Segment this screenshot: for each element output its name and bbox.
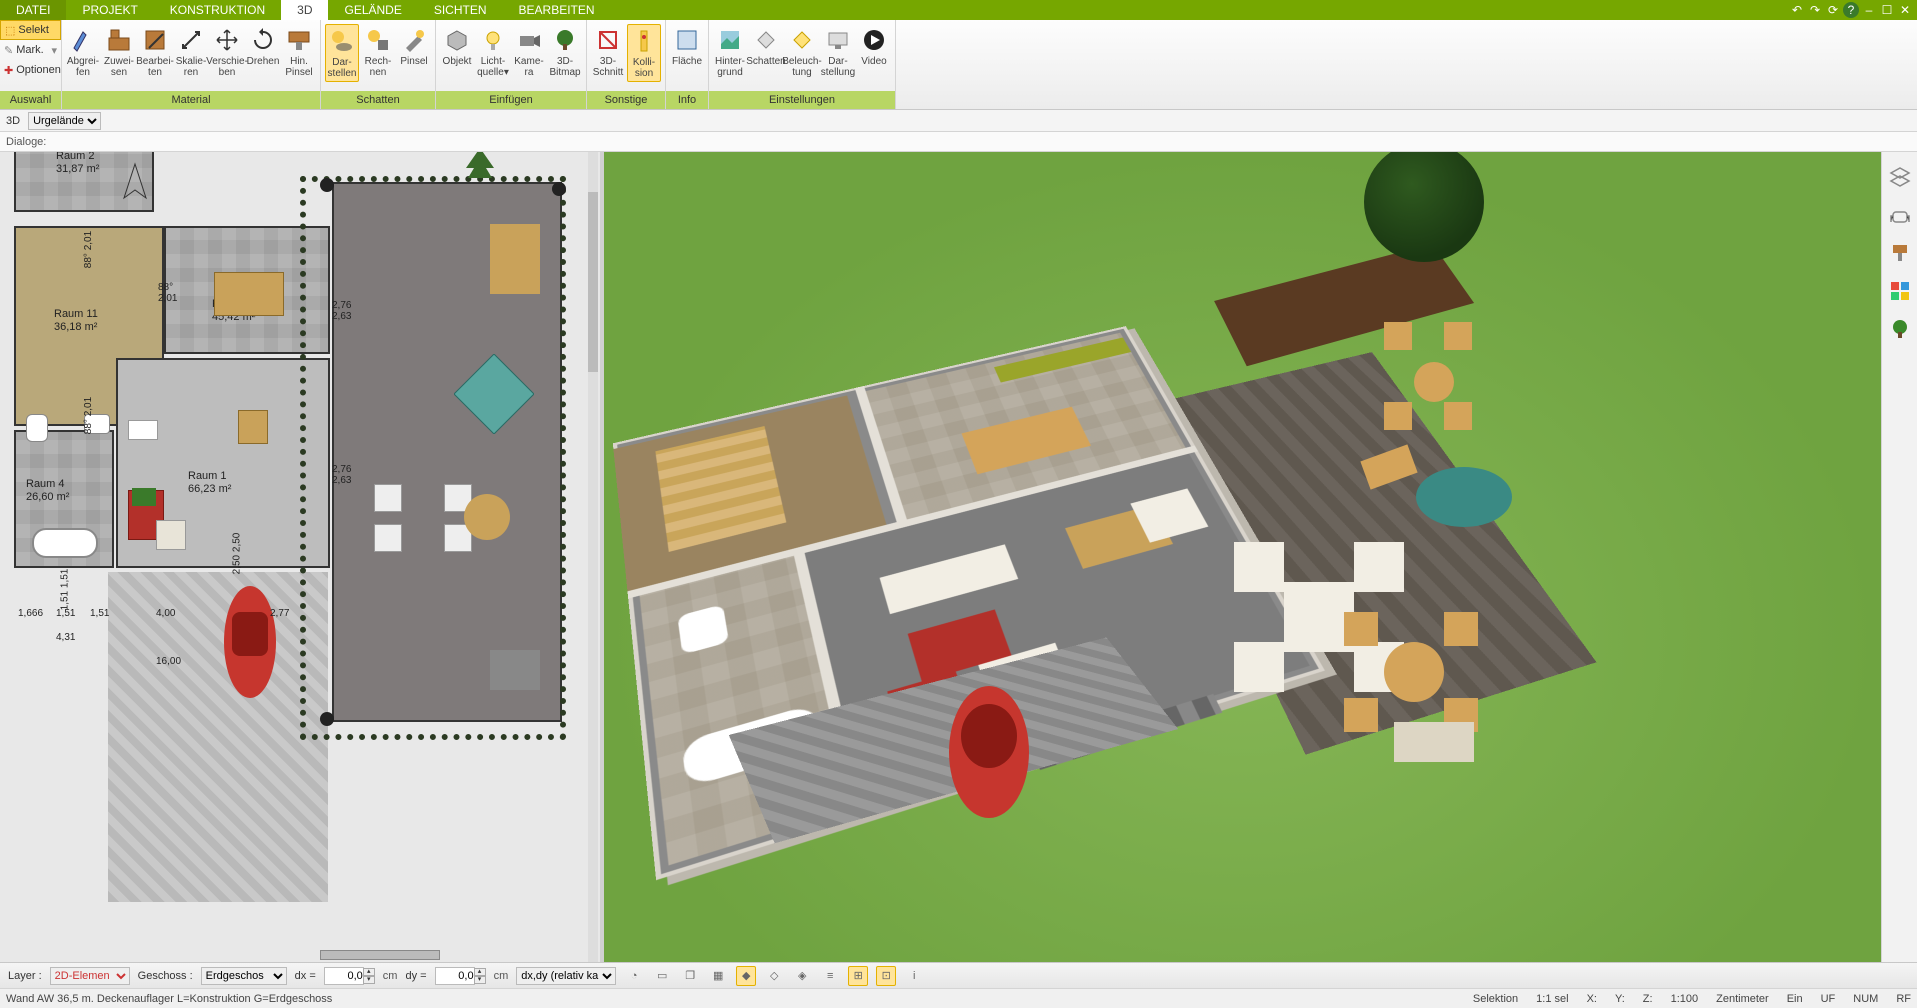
ribbon-group-material: Abgrei-fen Zuwei-sen Bearbei-ten Skalie-… <box>62 20 321 109</box>
status-text: Wand AW 36,5 m. Deckenauflager L=Konstru… <box>6 993 332 1005</box>
menu-tab-3d[interactable]: 3D <box>281 0 328 20</box>
snap-2-icon[interactable]: ◇ <box>764 966 784 986</box>
ribbon: ⬚Selekt ✎Mark.▾ ✚Optionen Auswahl Abgrei… <box>0 20 1917 110</box>
maximize-icon[interactable]: ☐ <box>1879 2 1895 18</box>
snap-6-icon[interactable]: ⊡ <box>876 966 896 986</box>
main-workspace: Raum 2 31,87 m² Raum 11 36,18 m² Raum 3 … <box>0 152 1917 962</box>
stack-icon[interactable]: ❐ <box>680 966 700 986</box>
insert-3dbitmap-button[interactable]: 3D-Bitmap <box>548 24 582 80</box>
ribbon-group-einstellungen: Hinter-grund Schatten Beleuch-tung Dar-s… <box>709 20 896 109</box>
dx-input[interactable] <box>324 967 364 985</box>
dy-input[interactable] <box>435 967 475 985</box>
menu-tab-datei[interactable]: DATEI <box>0 0 66 20</box>
geschoss-label: Geschoss : <box>138 970 193 982</box>
dialog-bar: Dialoge: <box>0 132 1917 152</box>
hintergrund-button[interactable]: Hinter-grund <box>713 24 747 80</box>
north-arrow-icon <box>120 162 150 202</box>
schatten-rechnen-button[interactable]: Rech-nen <box>361 24 395 80</box>
palette-icon[interactable] <box>1889 280 1911 302</box>
menu-tab-konstruktion[interactable]: KONSTRUKTION <box>154 0 281 20</box>
schatten-pinsel-button[interactable]: Pinsel <box>397 24 431 69</box>
viewport-2d[interactable]: Raum 2 31,87 m² Raum 11 36,18 m² Raum 3 … <box>0 152 600 962</box>
material-skalieren-button[interactable]: Skalie-ren <box>174 24 208 80</box>
dy-spinner[interactable]: ▴▾ <box>474 968 486 984</box>
side-panel <box>1881 152 1917 962</box>
tree-2d-icon <box>460 152 500 184</box>
snap-5-icon[interactable]: ⊞ <box>848 966 868 986</box>
material-abgreifen-button[interactable]: Abgrei-fen <box>66 24 100 80</box>
menu-tab-gelaende[interactable]: GELÄNDE <box>328 0 417 20</box>
snap-4-icon[interactable]: ≡ <box>820 966 840 986</box>
ribbon-group-einfuegen: Objekt Licht-quelle▾ Kame-ra 3D-Bitmap E… <box>436 20 587 109</box>
minimize-icon[interactable]: – <box>1861 2 1877 18</box>
options-button[interactable]: ✚Optionen <box>0 60 61 80</box>
3d-schnitt-button[interactable]: 3D-Schnitt <box>591 24 625 80</box>
help-icon[interactable]: ? <box>1843 2 1859 18</box>
scrollbar-vertical[interactable] <box>588 152 598 962</box>
view-subbar: 3D Urgelände <box>0 110 1917 132</box>
dy-label: dy = <box>405 970 426 982</box>
layers-icon[interactable] <box>1889 166 1911 188</box>
grid-icon[interactable]: ▦ <box>708 966 728 986</box>
refresh-icon[interactable]: ⟳ <box>1825 2 1841 18</box>
dx-label: dx = <box>295 970 316 982</box>
coord-mode-select[interactable]: dx,dy (relativ ka <box>516 967 616 985</box>
material-verschieben-button[interactable]: Verschie-ben <box>210 24 244 80</box>
darstellung-button[interactable]: Dar-stellung <box>821 24 855 80</box>
close-icon[interactable]: ✕ <box>1897 2 1913 18</box>
room-1[interactable]: Raum 1 66,23 m² <box>116 358 330 568</box>
schatten-settings-button[interactable]: Schatten <box>749 24 783 69</box>
clock-icon[interactable]: ◔ <box>624 966 644 986</box>
ribbon-group-schatten: Dar-stellen Rech-nen Pinsel Schatten <box>321 20 436 109</box>
schatten-darstellen-button[interactable]: Dar-stellen <box>325 24 359 82</box>
status-bar: Wand AW 36,5 m. Deckenauflager L=Konstru… <box>0 988 1917 1008</box>
menu-tab-projekt[interactable]: PROJEKT <box>66 0 153 20</box>
menu-tab-bearbeiten[interactable]: BEARBEITEN <box>503 0 611 20</box>
menu-bar: DATEI PROJEKT KONSTRUKTION 3D GELÄNDE SI… <box>0 0 1917 20</box>
ribbon-group-sonstige: 3D-Schnitt Kolli-sion Sonstige <box>587 20 666 109</box>
snap-3-icon[interactable]: ◈ <box>792 966 812 986</box>
kollision-button[interactable]: Kolli-sion <box>627 24 661 82</box>
screen-icon[interactable]: ▭ <box>652 966 672 986</box>
material-hinpinsel-button[interactable]: Hin.Pinsel <box>282 24 316 80</box>
insert-objekt-button[interactable]: Objekt <box>440 24 474 69</box>
video-button[interactable]: Video <box>857 24 891 69</box>
insert-kamera-button[interactable]: Kame-ra <box>512 24 546 80</box>
material-bearbeiten-button[interactable]: Bearbei-ten <box>138 24 172 80</box>
info-icon[interactable]: i <box>904 966 924 986</box>
menu-tab-sichten[interactable]: SICHTEN <box>418 0 503 20</box>
armchair-icon[interactable] <box>1889 204 1911 226</box>
material-zuweisen-button[interactable]: Zuwei-sen <box>102 24 136 80</box>
scrollbar-horizontal[interactable] <box>320 950 440 960</box>
mark-mode-button[interactable]: ✎Mark.▾ <box>0 40 61 60</box>
undo-icon[interactable]: ↶ <box>1789 2 1805 18</box>
dx-spinner[interactable]: ▴▾ <box>363 968 375 984</box>
redo-icon[interactable]: ↷ <box>1807 2 1823 18</box>
ribbon-group-info: Fläche Info <box>666 20 709 109</box>
room-4[interactable]: Raum 4 26,60 m² <box>14 430 114 568</box>
geschoss-select[interactable]: Erdgeschos <box>201 967 287 985</box>
insert-lichtquelle-button[interactable]: Licht-quelle▾ <box>476 24 510 80</box>
material-drehen-button[interactable]: Drehen <box>246 24 280 69</box>
flaeche-button[interactable]: Fläche <box>670 24 704 69</box>
view-mode-label: 3D <box>6 115 20 127</box>
layer-label: Layer : <box>8 970 42 982</box>
select-mode-button[interactable]: ⬚Selekt <box>0 20 61 40</box>
tree-icon[interactable] <box>1889 318 1911 340</box>
snap-1-icon[interactable]: ◆ <box>736 966 756 986</box>
car-2d[interactable] <box>220 582 280 702</box>
terrain-select[interactable]: Urgelände <box>28 112 101 130</box>
car-3d[interactable] <box>944 682 1034 822</box>
layer-select[interactable]: 2D-Elemen <box>50 967 130 985</box>
beleuchtung-button[interactable]: Beleuch-tung <box>785 24 819 80</box>
paint-icon[interactable] <box>1889 242 1911 264</box>
viewport-3d[interactable] <box>604 152 1881 962</box>
bottom-toolbar: Layer : 2D-Elemen Geschoss : Erdgeschos … <box>0 962 1917 988</box>
ribbon-group-auswahl: Auswahl <box>0 91 61 109</box>
